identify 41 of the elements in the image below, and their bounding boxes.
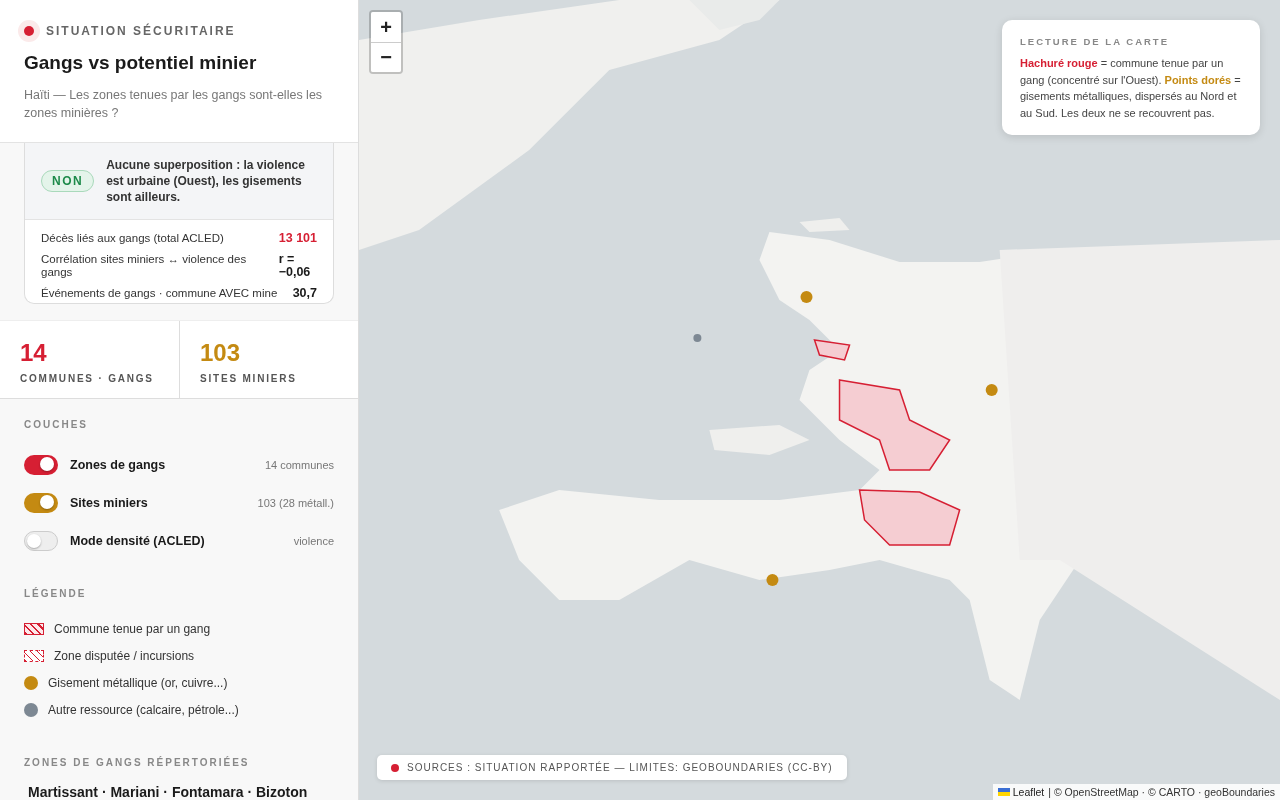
- legend-label: Gisement métallique (or, cuivre...): [48, 675, 228, 690]
- layer-note: 14 communes: [264, 459, 334, 471]
- panel-subtitle: Haïti — Les zones tenues par les gangs sont-elles les zones minières ?: [24, 87, 324, 122]
- sources-text: SOURCES : SITUATION RAPPORTÉE — LIMITES: GEOBOUNDARIES (CC-BY): [407, 762, 833, 773]
- zoom-in-button[interactable]: +: [371, 12, 401, 42]
- legend-label: Zone disputée / incursions: [54, 648, 195, 663]
- stat-label: SITES MINIERS: [200, 373, 298, 384]
- stat-value: 14: [20, 339, 48, 367]
- layer-note: violence: [293, 535, 334, 547]
- stat-value: 103: [200, 339, 242, 367]
- toggle-switch[interactable]: [24, 455, 58, 475]
- attribution-text: | © OpenStreetMap · © CARTO · geoBoundaries: [1048, 786, 1275, 798]
- section-title: COUCHES: [24, 419, 89, 430]
- section-title: ZONES DE GANGS RÉPERTORIÉES: [24, 757, 251, 768]
- section-kicker: SITUATION SÉCURITAIRE: [46, 24, 236, 38]
- panel-title: Gangs vs potentiel minier: [24, 52, 258, 74]
- metric-label: Événements de gangs · commune AVEC mine: [41, 287, 278, 300]
- reading-text: Hachuré rouge = commune tenue par un gang (concentré sur l'Ouest). Points dorés = gisements métalliques, dispersés au Nord et au Sud. Les deux ne se recouvrent pas.: [1020, 56, 1242, 121]
- metric-value: r = −0,06: [278, 253, 312, 279]
- legend-label: Commune tenue par un gang: [54, 621, 211, 636]
- metric-value: 30,7: [292, 287, 317, 300]
- toggle-switch[interactable]: [24, 493, 58, 513]
- zoom-out-button[interactable]: −: [371, 42, 401, 72]
- status-dot: [391, 763, 399, 772]
- metric-label: Décès liés aux gangs (total ACLED): [41, 232, 224, 245]
- section-title: LÉGENDE: [24, 588, 88, 599]
- reading-title: LECTURE DE LA CARTE: [1020, 36, 1170, 47]
- verdict-badge: NON: [41, 170, 95, 192]
- layer-note: 103 (28 métall.): [257, 497, 334, 509]
- stat-label: COMMUNES · GANGS: [20, 373, 155, 384]
- legend-label: Autre ressource (calcaire, pétrole...): [48, 702, 239, 717]
- layer-label: Mode densité (ACLED): [70, 534, 206, 548]
- metric-value: 13 101: [278, 232, 317, 245]
- layer-label: Sites miniers: [70, 496, 149, 510]
- metric-label: Corrélation sites miniers ↔ violence des gangs: [41, 253, 248, 279]
- layer-label: Zones de gangs: [70, 458, 167, 472]
- zone-list: Martissant · Mariani · Fontamara · Bizoton: [24, 784, 334, 800]
- toggle-switch[interactable]: [24, 531, 58, 551]
- leaflet-link[interactable]: Leaflet: [997, 786, 1045, 798]
- verdict-text: Aucune superposition : la violence est urbaine (Ouest), les gisements sont ailleurs.: [106, 157, 306, 205]
- flag-icon: [997, 788, 1010, 796]
